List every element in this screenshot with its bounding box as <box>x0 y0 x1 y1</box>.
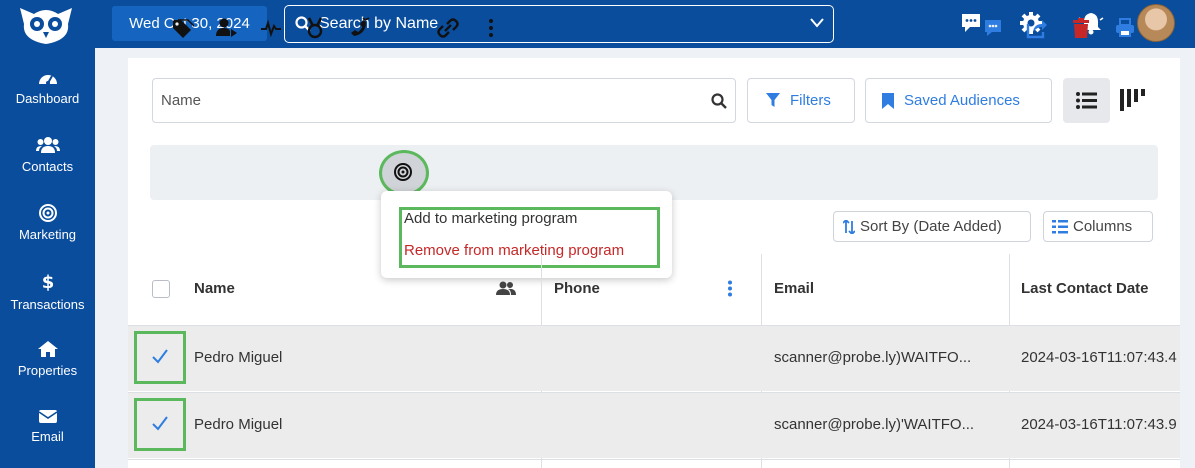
search-icon[interactable] <box>711 93 727 109</box>
activity-icon[interactable] <box>260 17 282 39</box>
row-checkbox[interactable] <box>134 398 186 451</box>
saved-audiences-button[interactable]: Saved Audiences <box>865 78 1052 123</box>
sidebar-item-transactions[interactable]: $ Transactions <box>0 272 95 332</box>
sidebar-item-label: Marketing <box>18 227 77 242</box>
sort-icon <box>843 220 855 234</box>
list-view-toggle[interactable] <box>1063 78 1110 123</box>
sort-button[interactable]: Sort By (Date Added) <box>833 211 1031 242</box>
sidebar-item-properties[interactable]: Properties <box>0 340 95 400</box>
users-icon <box>35 137 60 153</box>
medal-icon[interactable] <box>304 17 326 39</box>
columns-label: Columns <box>1073 218 1133 235</box>
saved-audiences-label: Saved Audiences <box>904 92 1020 109</box>
check-icon <box>152 349 168 364</box>
more-vertical-icon[interactable] <box>727 280 733 297</box>
remove-from-marketing-program[interactable]: Remove from marketing program <box>404 242 624 259</box>
tag-icon[interactable] <box>172 17 194 39</box>
select-all-checkbox[interactable] <box>152 280 170 298</box>
column-header-name[interactable]: Name <box>194 280 235 297</box>
columns-button[interactable]: Columns <box>1043 211 1153 242</box>
global-search-placeholder: Search by Name <box>319 15 439 32</box>
share-icon[interactable] <box>1026 17 1048 39</box>
message-icon[interactable] <box>982 17 1004 39</box>
sidebar-item-email[interactable]: Email <box>0 408 95 468</box>
chat-icon[interactable] <box>958 10 984 36</box>
phone-icon[interactable] <box>348 17 370 39</box>
column-header-phone[interactable]: Phone <box>554 280 600 297</box>
contact-last-date: 2024-03-16T11:07:43.4 <box>1021 349 1177 366</box>
contact-email[interactable]: scanner@probe.ly)'WAITFO... <box>774 416 974 433</box>
sidebar-item-label: Transactions <box>10 297 85 312</box>
funnel-icon <box>766 93 780 107</box>
chevron-down-icon[interactable] <box>809 17 825 29</box>
name-search-input[interactable]: Name <box>152 78 736 123</box>
target-icon <box>38 204 57 222</box>
link-icon[interactable] <box>437 17 459 39</box>
sort-label: Sort By (Date Added) <box>860 218 1002 235</box>
print-icon[interactable] <box>1114 17 1136 39</box>
trash-icon[interactable] <box>1070 17 1092 39</box>
sidebar-item-contacts[interactable]: Contacts <box>0 136 95 196</box>
bookmark-icon <box>882 93 894 109</box>
home-icon <box>37 341 58 357</box>
sidebar-item-dashboard[interactable]: Dashboard <box>0 68 95 128</box>
add-to-marketing-program[interactable]: Add to marketing program <box>404 210 577 227</box>
list-icon <box>1076 92 1097 109</box>
contact-last-date: 2024-03-16T11:07:43.9 <box>1021 416 1177 433</box>
user-avatar[interactable] <box>1137 4 1175 42</box>
board-view-icon[interactable] <box>1116 85 1148 115</box>
sidebar-item-label: Email <box>31 429 64 444</box>
gauge-icon <box>38 75 57 85</box>
contact-name[interactable]: Pedro Miguel <box>194 416 282 433</box>
column-header-last-contact[interactable]: Last Contact Date <box>1021 280 1149 297</box>
target-icon[interactable] <box>393 162 413 182</box>
filters-button[interactable]: Filters <box>747 78 855 123</box>
users-icon[interactable] <box>496 281 516 295</box>
more-vertical-icon[interactable] <box>480 17 502 39</box>
assign-user-icon[interactable] <box>216 17 238 39</box>
sidebar-item-label: Properties <box>17 363 78 378</box>
svg-text:$: $ <box>41 272 54 292</box>
check-icon <box>152 416 168 431</box>
filters-label: Filters <box>790 92 831 109</box>
sidebar-item-marketing[interactable]: Marketing <box>0 204 95 264</box>
contact-name[interactable]: Pedro Miguel <box>194 349 282 366</box>
sidebar-item-label: Contacts <box>21 159 74 174</box>
owl-logo-icon[interactable] <box>14 2 78 46</box>
dollar-icon: $ <box>41 272 54 292</box>
row-divider <box>128 459 1180 460</box>
name-search-placeholder: Name <box>161 92 202 109</box>
sidebar: Dashboard Contacts Marketing $ Transacti… <box>0 48 95 468</box>
row-checkbox[interactable] <box>134 331 186 384</box>
columns-icon <box>1052 220 1068 234</box>
sidebar-item-label: Dashboard <box>15 91 80 106</box>
envelope-icon <box>38 410 57 423</box>
contact-email[interactable]: scanner@probe.ly)WAITFO... <box>774 349 971 366</box>
marketing-program-menu: Add to marketing program Remove from mar… <box>381 191 672 278</box>
column-header-email[interactable]: Email <box>774 280 814 297</box>
